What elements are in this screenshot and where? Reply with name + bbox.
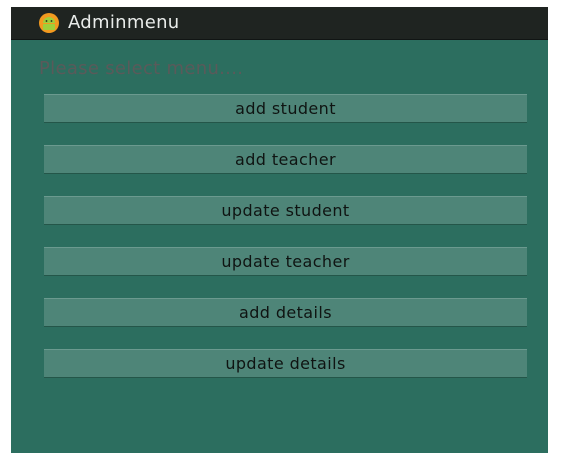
android-app-icon	[39, 13, 59, 33]
add-teacher-button[interactable]: add teacher	[44, 145, 527, 174]
select-menu-prompt: Please select menu....	[39, 58, 244, 79]
update-student-button[interactable]: update student	[44, 196, 527, 225]
add-details-button[interactable]: add details	[44, 298, 527, 327]
admin-menu-screen: Adminmenu Please select menu.... add stu…	[11, 7, 548, 453]
update-teacher-button[interactable]: update teacher	[44, 247, 527, 276]
add-student-button[interactable]: add student	[44, 94, 527, 123]
update-details-button[interactable]: update details	[44, 349, 527, 378]
app-title: Adminmenu	[68, 12, 180, 33]
action-bar: Adminmenu	[11, 7, 548, 40]
